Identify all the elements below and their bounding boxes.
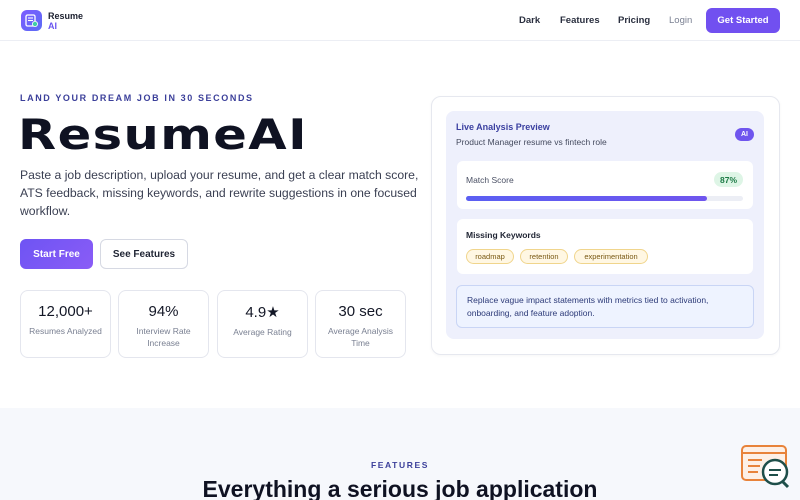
resume-logo-icon	[21, 10, 42, 31]
chat-support-icon[interactable]	[740, 444, 792, 490]
hero-description: Paste a job description, upload your res…	[20, 168, 419, 218]
rewrite-suggestion: Replace vague impact statements with met…	[456, 285, 754, 328]
preview-subtitle: Product Manager resume vs fintech role	[456, 137, 607, 147]
stat-value: 4.9★	[245, 304, 280, 321]
features-eyebrow: FEATURES	[371, 460, 429, 470]
brand-name-line1: Resume	[48, 10, 84, 21]
stat-label: Average Analysis Time	[327, 326, 394, 348]
preview-title: Live Analysis Preview	[456, 122, 550, 132]
brand-name: Resume AI	[48, 11, 83, 31]
ai-badge: AI	[735, 128, 754, 141]
match-score-bar	[466, 196, 743, 201]
stat-value: 94%	[148, 303, 179, 320]
nav-dark-toggle[interactable]: Dark	[519, 15, 540, 26]
stat-card-resumes: 12,000+ Resumes Analyzed	[20, 290, 111, 358]
stat-label: Average Rating	[233, 327, 292, 337]
stat-label: Interview Rate Increase	[136, 326, 191, 348]
match-score-card	[457, 161, 753, 209]
match-score-value: 87%	[714, 172, 743, 187]
top-nav-bar: Resume AI Dark Features Pricing Login Ge…	[0, 0, 800, 41]
missing-keywords-card	[457, 219, 753, 274]
stat-label: Resumes Analyzed	[29, 326, 102, 336]
get-started-button[interactable]: Get Started	[706, 8, 780, 33]
match-score-label: Match Score	[466, 175, 514, 185]
hero-eyebrow: LAND YOUR DREAM JOB IN 30 SECONDS	[20, 93, 254, 103]
stat-value: 12,000+	[38, 303, 93, 320]
nav-features-link[interactable]: Features	[560, 15, 600, 26]
hero-title: ResumeAI	[18, 110, 308, 159]
keyword-chip: roadmap	[466, 249, 514, 264]
brand-name-line2: AI	[48, 20, 57, 31]
see-features-button[interactable]: See Features	[100, 239, 188, 269]
stat-card-interview-rate: 94% Interview Rate Increase	[118, 290, 209, 358]
brand-logo[interactable]: Resume AI	[21, 10, 83, 31]
stat-card-analysis-time: 30 sec Average Analysis Time	[315, 290, 406, 358]
start-free-button[interactable]: Start Free	[20, 239, 93, 269]
stat-value: 30 sec	[338, 303, 383, 320]
nav-pricing-link[interactable]: Pricing	[618, 15, 650, 26]
nav-login-link[interactable]: Login	[669, 15, 692, 26]
missing-keywords-title: Missing Keywords	[466, 230, 541, 240]
keyword-chip: experimentation	[574, 249, 648, 264]
keyword-chip: retention	[520, 249, 568, 264]
stat-card-rating: 4.9★ Average Rating	[217, 290, 308, 358]
features-title: Everything a serious job application	[202, 476, 598, 500]
match-score-bar-fill	[466, 196, 707, 201]
